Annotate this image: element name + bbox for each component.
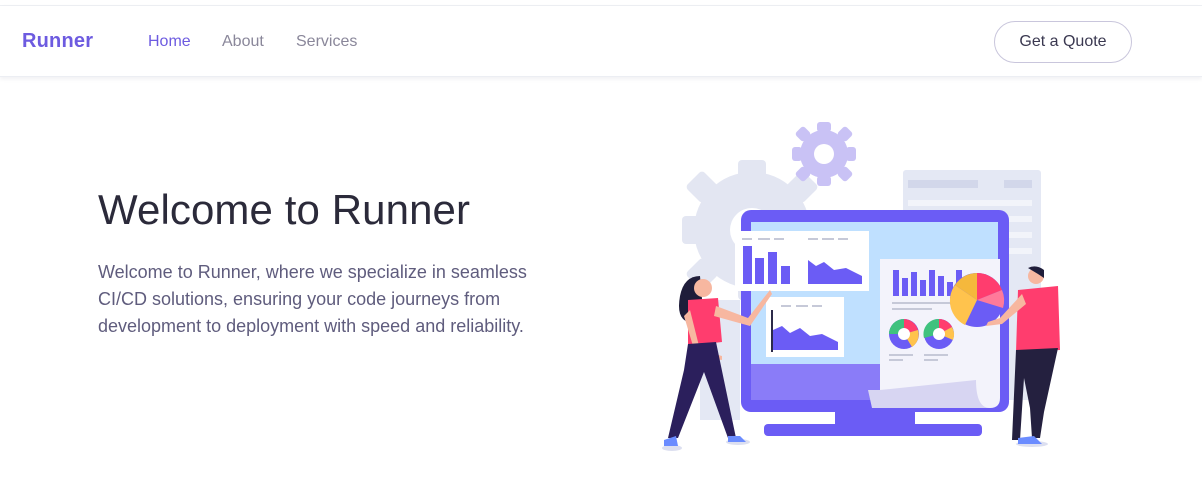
hero-title: Welcome to Runner bbox=[98, 186, 471, 233]
area-chart-card bbox=[766, 297, 844, 357]
navbar: Runner Home About Services Get a Quote bbox=[0, 6, 1202, 77]
get-quote-button[interactable]: Get a Quote bbox=[994, 21, 1132, 63]
nav-link-services[interactable]: Services bbox=[296, 33, 357, 51]
dashboard-analytics-illustration bbox=[662, 122, 1060, 451]
pie-chart-icon bbox=[889, 319, 919, 349]
large-pie-chart-icon bbox=[949, 273, 1005, 327]
brand-logo[interactable]: Runner bbox=[22, 30, 93, 53]
bar-chart-card bbox=[735, 231, 869, 291]
nav-link-about[interactable]: About bbox=[222, 33, 264, 51]
hero-description: Welcome to Runner, where we specialize i… bbox=[98, 262, 527, 336]
nav-link-home[interactable]: Home bbox=[148, 33, 191, 51]
